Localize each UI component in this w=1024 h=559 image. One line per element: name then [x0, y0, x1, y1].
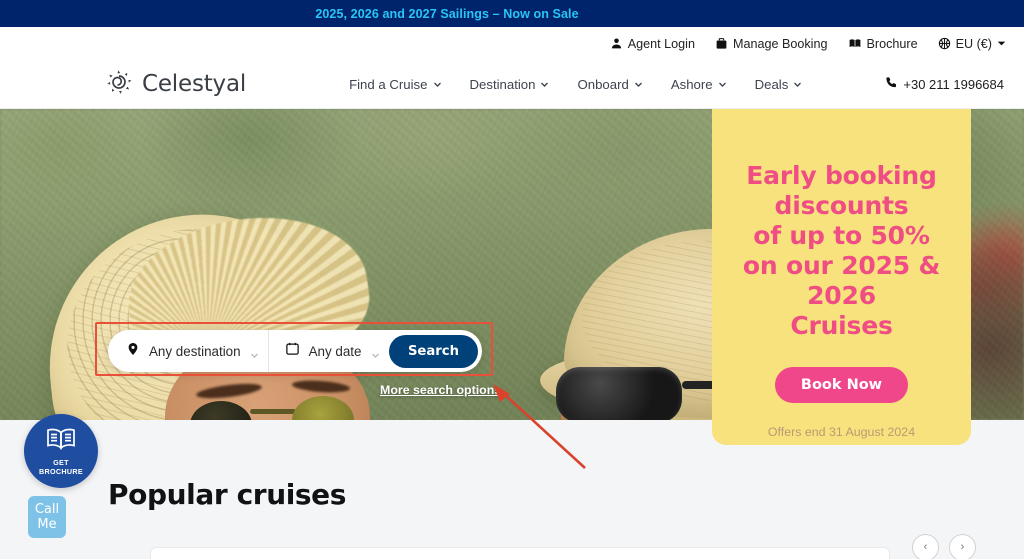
nav-item-label: Ashore: [670, 76, 713, 92]
map-pin-icon: [126, 341, 140, 362]
carousel-next-button[interactable]: ›: [949, 534, 976, 559]
header-phone-link[interactable]: +30 211 1996684: [885, 76, 1004, 92]
call-me-line-2: Me: [37, 517, 57, 532]
promo-offer-end-note: Offers end 31 August 2024: [767, 425, 916, 439]
site-logo[interactable]: Celestyal: [104, 67, 246, 102]
open-book-icon: [45, 426, 77, 457]
top-promo-banner[interactable]: 2025, 2026 and 2027 Sailings – Now on Sa…: [0, 0, 1024, 27]
phone-icon: [885, 76, 898, 92]
promo-heading-line-2: discounts: [774, 191, 909, 220]
nav-item-find-a-cruise[interactable]: Find a Cruise: [349, 77, 441, 92]
nav-item-onboard[interactable]: Onboard: [577, 77, 642, 92]
book-now-button[interactable]: Book Now: [774, 367, 909, 403]
nav-item-destination[interactable]: Destination: [470, 77, 550, 92]
sun-swirl-icon: [104, 67, 134, 102]
get-brochure-line-2: BROCHURE: [39, 466, 83, 476]
early-booking-promo-panel: Early booking discounts of up to 50% on …: [712, 109, 971, 445]
chevron-down-icon: [718, 77, 727, 92]
nav-item-deals[interactable]: Deals: [755, 77, 803, 92]
chevron-down-icon: [634, 77, 643, 92]
user-icon: [610, 37, 623, 50]
promo-heading: Early booking discounts of up to 50% on …: [730, 161, 953, 341]
date-select[interactable]: Any date: [267, 330, 389, 372]
nav-item-label: Deals: [754, 76, 789, 92]
carousel-navigation: ‹ ›: [912, 534, 976, 559]
nav-item-label: Destination: [469, 76, 536, 92]
book-icon: [848, 37, 862, 50]
utility-item-label: EU (€): [955, 36, 992, 51]
header-phone-number: +30 211 1996684: [903, 76, 1004, 92]
main-header: Celestyal Find a Cruise Destination Onbo…: [0, 60, 1024, 109]
utility-item-agent-login[interactable]: Agent Login: [610, 37, 695, 51]
nav-item-ashore[interactable]: Ashore: [671, 77, 727, 92]
call-me-label: Call Me: [35, 502, 59, 532]
chevron-down-icon: [793, 77, 802, 92]
page-root: 2025, 2026 and 2027 Sailings – Now on Sa…: [0, 0, 1024, 559]
search-button[interactable]: Search: [388, 334, 478, 368]
chevron-down-icon: [997, 39, 1006, 48]
get-brochure-badge[interactable]: GET BROCHURE: [24, 414, 98, 488]
chevron-down-icon: [433, 77, 442, 92]
promo-heading-line-3: of up to 50%: [753, 221, 930, 250]
destination-select[interactable]: Any destination: [108, 330, 268, 372]
utility-nav-bar: Agent Login Manage Booking Brochure EU (…: [0, 27, 1024, 60]
top-promo-banner-text: 2025, 2026 and 2027 Sailings – Now on Sa…: [315, 6, 579, 21]
chevron-down-icon: [250, 347, 259, 358]
destination-value: Any destination: [149, 343, 241, 359]
utility-item-label: Brochure: [866, 36, 918, 51]
date-value: Any date: [308, 343, 362, 359]
utility-item-brochure[interactable]: Brochure: [848, 37, 918, 51]
utility-item-label: Manage Booking: [732, 36, 828, 51]
more-search-options-link[interactable]: More search options: [380, 383, 501, 397]
nav-item-label: Find a Cruise: [349, 76, 428, 92]
globe-icon: [938, 37, 951, 50]
calendar-icon: [285, 341, 300, 361]
utility-item-currency-selector[interactable]: EU (€): [938, 37, 1006, 51]
get-brochure-label: GET BROCHURE: [39, 458, 83, 476]
utility-item-manage-booking[interactable]: Manage Booking: [715, 37, 828, 51]
call-me-tab[interactable]: Call Me: [28, 496, 66, 538]
cruise-search-widget: Any destination Any date Search: [108, 330, 482, 372]
chevron-down-icon: [540, 77, 549, 92]
page-title-popular-cruises: Popular cruises: [108, 478, 347, 511]
promo-heading-line-5: Cruises: [790, 311, 893, 340]
nav-item-label: Onboard: [577, 76, 629, 92]
suitcase-icon: [715, 37, 728, 50]
cruise-cards-strip: [150, 547, 890, 559]
call-me-line-1: Call: [34, 502, 60, 517]
logo-text: Celestyal: [142, 71, 247, 97]
carousel-prev-button[interactable]: ‹: [912, 534, 939, 559]
promo-heading-line-4: on our 2025 & 2026: [742, 251, 941, 310]
chevron-down-icon: [371, 347, 380, 358]
utility-item-label: Agent Login: [627, 36, 695, 51]
main-navigation: Find a Cruise Destination Onboard Ashore: [349, 77, 802, 92]
promo-heading-line-1: Early booking: [746, 161, 937, 190]
